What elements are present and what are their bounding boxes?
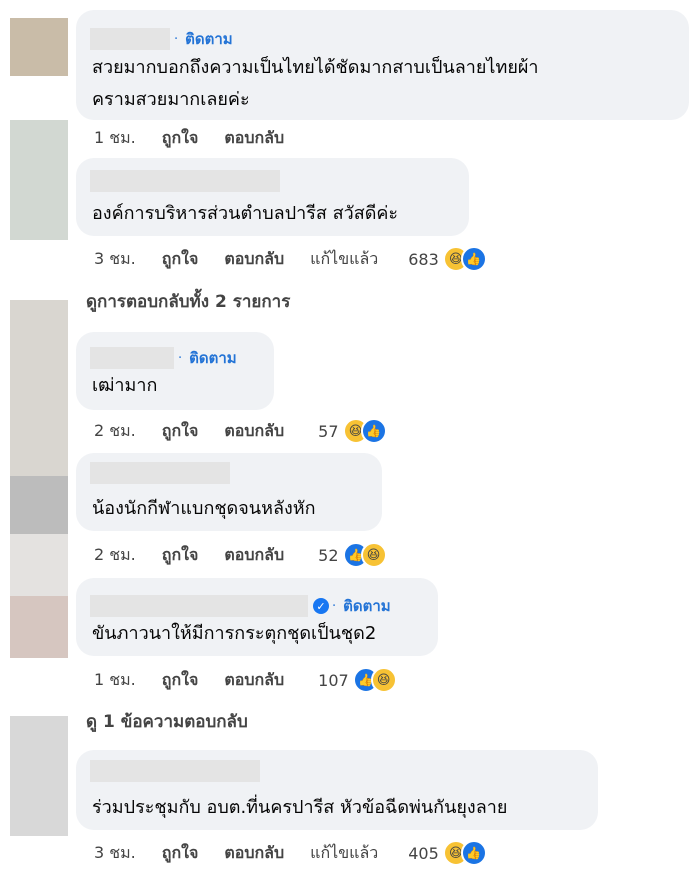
comment-time[interactable]: 3 ชม. <box>94 247 136 272</box>
like-button[interactable]: ถูกใจ <box>162 247 199 272</box>
comment-author-row: ✓ · ติดตาม <box>90 594 391 618</box>
reply-button[interactable]: ตอบกลับ <box>224 543 284 568</box>
comment-time[interactable]: 3 ชม. <box>94 841 136 866</box>
avatar[interactable] <box>10 596 68 658</box>
avatar[interactable] <box>10 476 68 534</box>
reaction-summary[interactable]: 405 😆 👍 <box>408 840 487 866</box>
avatar[interactable] <box>10 120 68 240</box>
view-replies-link[interactable]: ดู 1 ข้อความตอบกลับ <box>86 708 248 735</box>
avatar[interactable] <box>10 18 68 76</box>
comment-author-row <box>90 170 281 192</box>
comment-actions: 2 ชม. ถูกใจ ตอบกลับ 52 👍 😆 <box>94 542 387 568</box>
comment-author-row: · ติดตาม <box>90 27 233 51</box>
author-name-blurred[interactable] <box>90 28 170 50</box>
author-name-blurred[interactable] <box>90 760 260 782</box>
haha-reaction-icon: 😆 <box>360 542 387 568</box>
comment-text: เฒ่ามาก <box>92 375 158 396</box>
reply-button[interactable]: ตอบกลับ <box>224 126 284 151</box>
separator-dot: · <box>332 598 337 614</box>
avatar[interactable] <box>10 534 68 596</box>
author-name-blurred[interactable] <box>90 595 308 617</box>
like-reaction-icon: 👍 <box>460 840 487 866</box>
follow-button[interactable]: ติดตาม <box>343 594 391 618</box>
comment-time[interactable]: 2 ชม. <box>94 419 136 444</box>
reaction-summary[interactable]: 57 😆 👍 <box>318 418 387 444</box>
comment-text: น้องนักกีฬาแบกชุดจนหลังหัก <box>92 498 316 519</box>
comment-actions: 3 ชม. ถูกใจ ตอบกลับ แก้ไขแล้ว 683 😆 👍 <box>94 246 487 272</box>
haha-reaction-icon: 😆 <box>370 667 397 693</box>
comment-time[interactable]: 2 ชม. <box>94 543 136 568</box>
comment-actions: 1 ชม. ถูกใจ ตอบกลับ 107 👍 😆 <box>94 667 397 693</box>
like-button[interactable]: ถูกใจ <box>162 419 199 444</box>
edited-label: แก้ไขแล้ว <box>310 248 379 268</box>
like-button[interactable]: ถูกใจ <box>162 543 199 568</box>
comment-author-row: · ติดตาม <box>90 346 237 370</box>
comment-actions: 1 ชม. ถูกใจ ตอบกลับ <box>94 126 310 151</box>
like-reaction-icon: 👍 <box>460 246 487 272</box>
avatar[interactable] <box>10 716 68 836</box>
reaction-summary[interactable]: 52 👍 😆 <box>318 542 387 568</box>
reply-button[interactable]: ตอบกลับ <box>224 668 284 693</box>
reaction-count: 57 <box>318 421 339 441</box>
separator-dot: · <box>178 350 183 366</box>
author-name-blurred[interactable] <box>90 170 280 192</box>
reaction-count: 683 <box>408 249 439 269</box>
author-name-blurred[interactable] <box>90 347 174 369</box>
comment-time[interactable]: 1 ชม. <box>94 126 136 151</box>
comment-actions: 3 ชม. ถูกใจ ตอบกลับ แก้ไขแล้ว 405 😆 👍 <box>94 840 487 866</box>
avatar[interactable] <box>10 300 68 476</box>
reply-button[interactable]: ตอบกลับ <box>224 419 284 444</box>
like-button[interactable]: ถูกใจ <box>162 126 199 151</box>
view-replies-link[interactable]: ดูการตอบกลับทั้ง 2 รายการ <box>86 288 290 315</box>
comment-text: ร่วมประชุมกับ อบต.ที่นครปารีส หัวข้อฉีดพ… <box>92 797 508 818</box>
edited-label: แก้ไขแล้ว <box>310 842 379 862</box>
separator-dot: · <box>174 31 179 47</box>
reaction-count: 405 <box>408 843 439 863</box>
comment-text: สวยมากบอกถึงความเป็นไทยได้ชัดมากสาบเป็นล… <box>92 57 539 110</box>
like-button[interactable]: ถูกใจ <box>162 841 199 866</box>
comment-author-row <box>90 760 261 782</box>
comment-text: องค์การบริหารส่วนตำบลปารีส สวัสดีค่ะ <box>92 203 399 224</box>
reply-button[interactable]: ตอบกลับ <box>224 841 284 866</box>
verified-badge-icon: ✓ <box>313 598 329 614</box>
author-name-blurred[interactable] <box>90 462 230 484</box>
comment-actions: 2 ชม. ถูกใจ ตอบกลับ 57 😆 👍 <box>94 418 387 444</box>
comment-author-row <box>90 462 231 484</box>
reaction-summary[interactable]: 683 😆 👍 <box>408 246 487 272</box>
like-reaction-icon: 👍 <box>360 418 387 444</box>
comment-text: ขันภาวนาให้มีการกระตุกชุดเป็นชุด2 <box>92 623 377 644</box>
reaction-summary[interactable]: 107 👍 😆 <box>318 667 397 693</box>
like-button[interactable]: ถูกใจ <box>162 668 199 693</box>
reaction-count: 52 <box>318 545 339 565</box>
comment-time[interactable]: 1 ชม. <box>94 668 136 693</box>
follow-button[interactable]: ติดตาม <box>189 346 237 370</box>
reply-button[interactable]: ตอบกลับ <box>224 247 284 272</box>
reaction-count: 107 <box>318 670 349 690</box>
follow-button[interactable]: ติดตาม <box>185 27 233 51</box>
